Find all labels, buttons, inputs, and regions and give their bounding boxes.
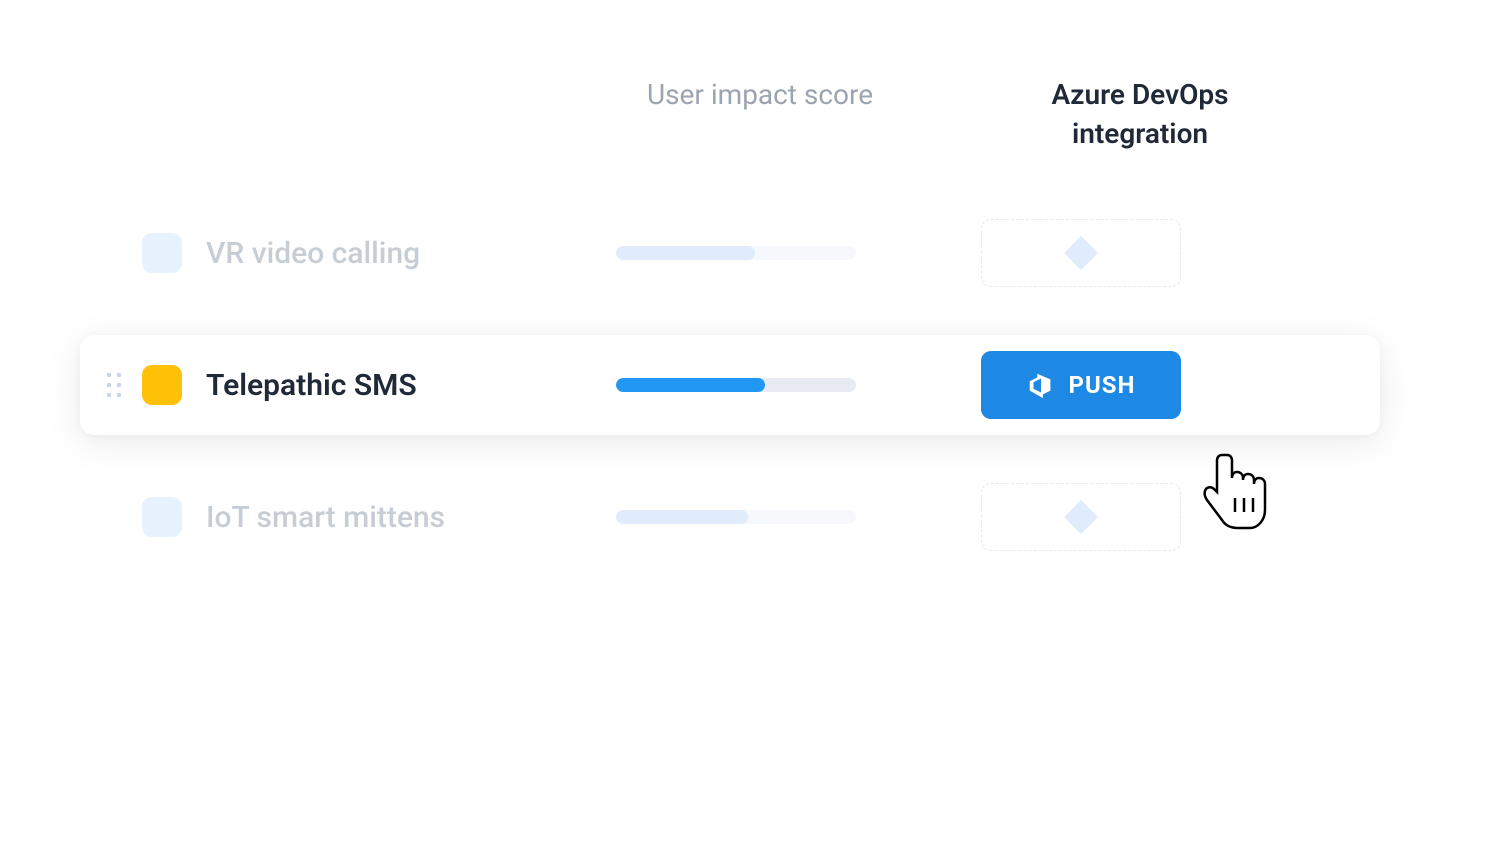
azure-devops-icon xyxy=(1064,500,1098,534)
feature-name: Telepathic SMS xyxy=(206,368,546,403)
feature-checkbox[interactable] xyxy=(142,497,182,537)
feature-row[interactable]: IoT smart mittens xyxy=(80,467,1380,567)
impact-score-bar xyxy=(616,510,856,524)
azure-devops-icon xyxy=(1026,370,1056,400)
impact-score-fill xyxy=(616,378,765,392)
cursor-pointer-icon xyxy=(1200,450,1270,535)
column-header-impact: User impact score xyxy=(620,75,900,153)
drag-handle-icon[interactable] xyxy=(104,369,124,401)
feature-checkbox[interactable] xyxy=(142,365,182,405)
azure-integration-placeholder[interactable] xyxy=(981,483,1181,551)
feature-name: IoT smart mittens xyxy=(206,500,546,535)
azure-devops-icon xyxy=(1064,236,1098,270)
column-header-integration: Azure DevOps integration xyxy=(1000,75,1280,153)
azure-integration-placeholder[interactable] xyxy=(981,219,1181,287)
feature-name: VR video calling xyxy=(206,236,546,271)
impact-score-bar xyxy=(616,246,856,260)
push-button[interactable]: PUSH xyxy=(981,351,1181,419)
impact-score-fill xyxy=(616,246,755,260)
impact-score-fill xyxy=(616,510,748,524)
impact-score-bar xyxy=(616,378,856,392)
feature-row[interactable]: VR video calling xyxy=(80,203,1380,303)
push-button-label: PUSH xyxy=(1068,371,1135,399)
feature-checkbox[interactable] xyxy=(142,233,182,273)
feature-row[interactable]: Telepathic SMS PUSH xyxy=(80,335,1380,435)
